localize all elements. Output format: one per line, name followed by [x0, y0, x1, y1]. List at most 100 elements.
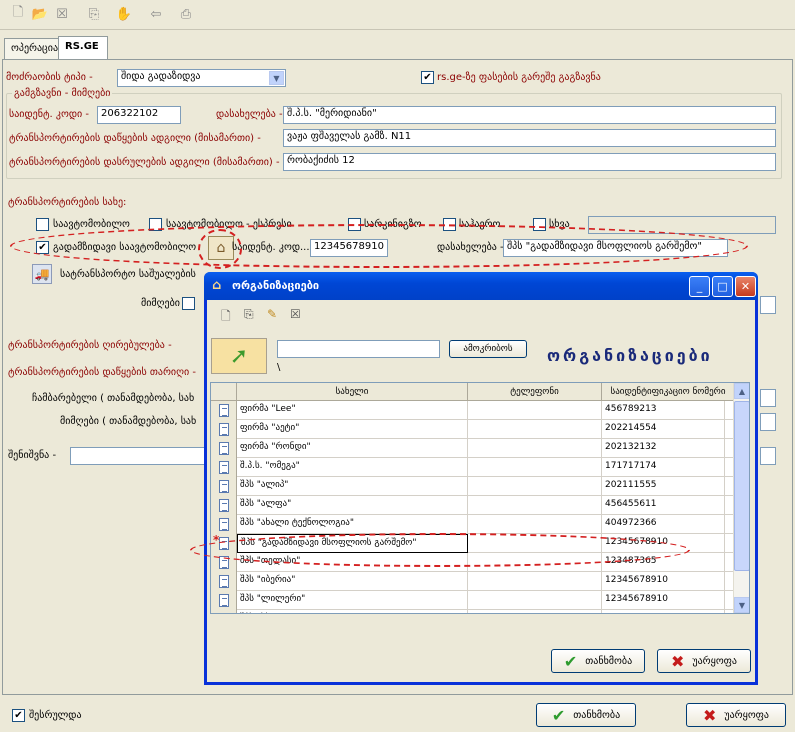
print-icon[interactable]: ⎙: [176, 5, 196, 23]
scroll-up-icon[interactable]: ▲: [734, 383, 749, 399]
open-folder-icon[interactable]: 📂: [30, 5, 50, 23]
grid-scrollbar[interactable]: ▲ ▼: [733, 383, 749, 613]
cell-id[interactable]: 202111555: [602, 477, 725, 496]
document-icon: [211, 439, 237, 458]
start-address-input[interactable]: ვაჟა ფშაველას გამზ. N11: [283, 129, 776, 147]
grid-header-id[interactable]: საიდენტიფიკაციო ნომერი: [602, 383, 735, 401]
delete-icon[interactable]: ☒: [52, 5, 72, 23]
edit-record-icon[interactable]: ✎: [267, 307, 281, 323]
cell-name[interactable]: შპს "ლილერი": [237, 591, 468, 610]
receiver-checkbox[interactable]: [182, 297, 195, 310]
document-icon: [211, 610, 237, 613]
cell-name[interactable]: ფირმა "რონდი": [237, 439, 468, 458]
end-address-input[interactable]: რობაქიძის 12: [283, 153, 776, 171]
new-document-icon[interactable]: 🗋: [8, 5, 28, 23]
cell-id[interactable]: 171717174: [602, 458, 725, 477]
kind-auto-label: საავტომობილო: [53, 219, 130, 230]
table-row[interactable]: ფირმა "Lee" 456789213: [211, 401, 741, 420]
cell-phone[interactable]: [468, 439, 602, 458]
table-row[interactable]: შპს "ალფა" 456455611: [211, 496, 741, 515]
table-row[interactable]: შპს "სხივი" 145145214: [211, 610, 741, 613]
cell-id[interactable]: 12345678910: [602, 572, 725, 591]
cell-id[interactable]: 12345678910: [602, 591, 725, 610]
cell-phone[interactable]: [468, 572, 602, 591]
document-icon: [211, 515, 237, 534]
tab-operation[interactable]: ოპერაცია: [4, 38, 60, 60]
transport-type-value: შიდა გადაზიდვა: [121, 71, 201, 82]
back-arrow-icon[interactable]: ⇦: [146, 5, 166, 23]
cell-name[interactable]: შპს "ალფა": [237, 496, 468, 515]
rs-no-price-checkbox[interactable]: ✔: [421, 71, 434, 84]
minimize-icon[interactable]: _: [689, 276, 710, 297]
table-row[interactable]: შპს "იბერია" 12345678910: [211, 572, 741, 591]
cell-phone[interactable]: [468, 496, 602, 515]
search-button[interactable]: ამოკრიბოს: [449, 340, 527, 358]
cell-phone[interactable]: [468, 591, 602, 610]
cell-id[interactable]: 202214554: [602, 420, 725, 439]
tax-id-input[interactable]: 206322102: [97, 106, 181, 124]
name-input[interactable]: შ.პ.ს. "მერიდიანი": [283, 106, 776, 124]
cell-id[interactable]: 456455611: [602, 496, 725, 515]
cell-phone[interactable]: [468, 458, 602, 477]
done-checkbox[interactable]: ✔: [12, 709, 25, 722]
cell-phone[interactable]: [468, 477, 602, 496]
dialog-ok-button[interactable]: ✔ თანხმობა: [551, 649, 645, 673]
notes-field-edge[interactable]: [760, 447, 776, 465]
cell-id[interactable]: 202132132: [602, 439, 725, 458]
cell-name[interactable]: შპს "იბერია": [237, 572, 468, 591]
scroll-down-icon[interactable]: ▼: [734, 597, 749, 613]
document-icon: [211, 496, 237, 515]
tab-rsge[interactable]: RS.GE: [58, 36, 108, 60]
table-row[interactable]: შპს "ალიპ" 202111555: [211, 477, 741, 496]
cell-phone[interactable]: [468, 401, 602, 420]
document-icon: [211, 591, 237, 610]
annotation-ellipse-lookup: [198, 229, 242, 269]
vehicle-icon[interactable]: 🚚: [32, 264, 52, 284]
document-icon: [211, 572, 237, 591]
cell-phone[interactable]: [468, 420, 602, 439]
tab-bar: ოპერაცია RS.GE: [0, 36, 795, 60]
cell-phone[interactable]: [468, 610, 602, 613]
cell-name[interactable]: შპს "სხივი": [237, 610, 468, 613]
new-record-icon[interactable]: 🗋: [221, 307, 235, 323]
tool-icon[interactable]: ✋: [114, 5, 134, 23]
start-date-label: ტრანსპორტირების დაწყების თარიღი -: [8, 367, 196, 378]
cell-id[interactable]: 404972366: [602, 515, 725, 534]
cell-name[interactable]: ფირმა "Lee": [237, 401, 468, 420]
main-cancel-button[interactable]: ✖ უარყოფა: [686, 703, 786, 727]
table-row[interactable]: შპს "ახალი ტექნოლოგია" 404972366: [211, 515, 741, 534]
table-row[interactable]: ფირმა "აეტი" 202214554: [211, 420, 741, 439]
close-icon[interactable]: ✕: [735, 276, 756, 297]
cancel-x-icon: ✖: [702, 705, 717, 725]
open-folder-icon[interactable]: ➚: [211, 338, 267, 374]
maximize-icon[interactable]: □: [712, 276, 733, 297]
scroll-thumb[interactable]: [734, 401, 749, 571]
receiver-field-edge[interactable]: [760, 296, 776, 314]
dialog-search-input[interactable]: [277, 340, 440, 358]
cell-name[interactable]: შ.პ.ს. "ომეგა": [237, 458, 468, 477]
table-row[interactable]: ფირმა "რონდი" 202132132: [211, 439, 741, 458]
copy-icon[interactable]: ⎘: [84, 5, 104, 23]
notes-input[interactable]: [70, 447, 206, 465]
issuer-field-edge[interactable]: [760, 389, 776, 407]
vehicle-label: სატრანსპორტო საშუალების: [60, 269, 196, 280]
kind-auto-checkbox[interactable]: [36, 218, 49, 231]
grid-header-phone[interactable]: ტელეფონი: [468, 383, 602, 401]
dialog-cancel-button[interactable]: ✖ უარყოფა: [657, 649, 751, 673]
cell-name[interactable]: შპს "ახალი ტექნოლოგია": [237, 515, 468, 534]
table-row[interactable]: შპს "ლილერი" 12345678910: [211, 591, 741, 610]
accepter-field-edge[interactable]: [760, 413, 776, 431]
cell-id[interactable]: 456789213: [602, 401, 725, 420]
dialog-titlebar: ⌂ ორგანიზაციები: [204, 272, 758, 300]
grid-header-name[interactable]: სახელი: [237, 383, 468, 401]
table-row[interactable]: შ.პ.ს. "ომეგა" 171717174: [211, 458, 741, 477]
transport-type-label: მოძრაობის ტიპი -: [6, 72, 93, 83]
main-ok-button[interactable]: ✔ თანხმობა: [536, 703, 636, 727]
cell-name[interactable]: შპს "ალიპ": [237, 477, 468, 496]
transport-type-select[interactable]: შიდა გადაზიდვა ▼: [117, 69, 286, 87]
cell-name[interactable]: ფირმა "აეტი": [237, 420, 468, 439]
cell-phone[interactable]: [468, 515, 602, 534]
delete-record-icon[interactable]: ☒: [290, 307, 304, 323]
cell-id[interactable]: 145145214: [602, 610, 725, 613]
copy-record-icon[interactable]: ⎘: [244, 307, 258, 323]
